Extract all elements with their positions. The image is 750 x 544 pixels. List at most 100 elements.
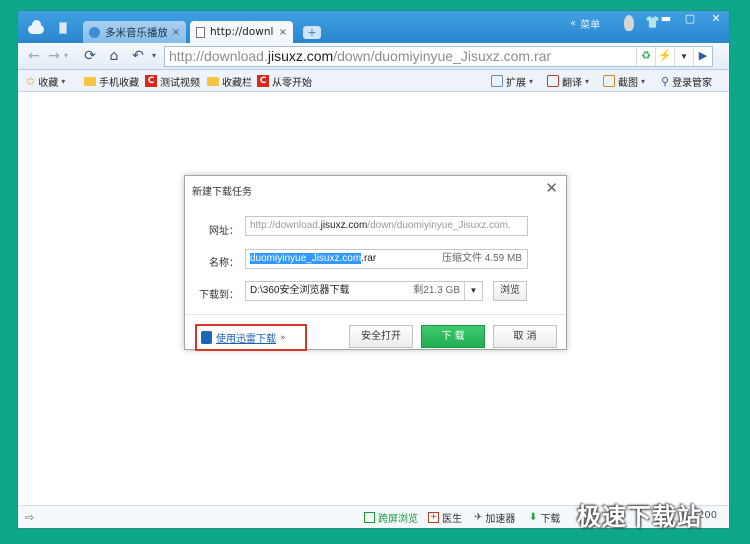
xunlei-icon (201, 331, 212, 344)
name-label: 名称： (209, 258, 239, 269)
undo-dropdown-icon[interactable]: ▾ (146, 47, 162, 65)
bookmark-test-video[interactable]: C 测试视频 (145, 73, 200, 89)
history-dropdown-icon[interactable]: ▾ (58, 47, 74, 65)
status-label: 加速器 (485, 514, 516, 525)
tab-download[interactable]: http://downlo × (190, 21, 293, 43)
chevron-down-icon: ▾ (529, 76, 534, 86)
bookmark-bar-folder[interactable]: 收藏栏 (207, 73, 252, 89)
cancel-button[interactable]: 取 消 (493, 325, 557, 348)
url-path: /down/duomiyinyue_Jisuxz.com.rar (333, 48, 552, 64)
chevron-down-icon: ▾ (585, 76, 590, 86)
bookmark-label: 扩展 (506, 77, 526, 89)
go-icon[interactable]: ▶ (693, 47, 712, 66)
login-manager-button[interactable]: ⚲ 登录管家 (661, 73, 712, 89)
maximize-button[interactable]: ▢ (680, 12, 700, 26)
medical-cross-icon: + (428, 512, 439, 523)
bookmark-from-zero[interactable]: C 从零开始 (257, 73, 312, 89)
reload-shield-icon[interactable]: ♻ (636, 47, 655, 66)
xunlei-label: 使用迅雷下载 (216, 334, 276, 345)
filename-field[interactable]: duomiyinyue_Jisuxz.com.rar 压缩文件 4.59 MB (245, 249, 528, 269)
dialog-close-icon[interactable]: ✕ (545, 179, 558, 197)
downloads-button[interactable]: ⬇ 下载 (529, 510, 560, 525)
url-prefix: http://download. (169, 48, 268, 64)
chevron-down-icon[interactable]: ▼ (464, 282, 482, 300)
menu-button[interactable]: « 菜单 (570, 16, 600, 31)
star-icon: ✩ (26, 74, 36, 88)
status-label: 医生 (442, 514, 462, 525)
url-label: 网址： (209, 226, 239, 237)
new-download-dialog: 新建下载任务 ✕ 网址： http://download.jisuxz.com/… (184, 175, 567, 351)
doctor-button[interactable]: + 医生 (428, 510, 462, 525)
translate-icon (547, 75, 559, 87)
bookmark-label: 截图 (618, 77, 638, 89)
file-size: 压缩文件 4.59 MB (441, 253, 522, 264)
navigation-bar: ← → ▾ ⟳ ⌂ ↶ ▾ http://download.jisuxz.com… (18, 43, 729, 70)
c-icon: C (145, 75, 157, 87)
bookmark-label: 收藏栏 (222, 77, 252, 89)
dialog-title: 新建下载任务 (192, 187, 252, 198)
bookmark-label: 手机收藏 (99, 77, 139, 89)
chevron-down-icon: ▾ (641, 76, 646, 86)
download-arrow-icon: ⬇ (529, 512, 538, 523)
use-xunlei-link[interactable]: 使用迅雷下载 » (195, 324, 307, 351)
status-label: 下载 (540, 514, 561, 525)
refresh-icon[interactable]: ⟳ (82, 47, 98, 65)
bookmark-favorites[interactable]: ✩ 收藏 ▾ (26, 73, 65, 89)
cross-screen-button[interactable]: 跨屏浏览 (364, 510, 418, 525)
speed-mode-icon[interactable]: ⚡ (655, 47, 674, 66)
tab-duomi[interactable]: 多米音乐播放器 × (83, 21, 186, 43)
tab-close-icon[interactable]: × (279, 27, 287, 38)
bookmark-label: 从零开始 (272, 77, 312, 89)
extension-grid-icon (491, 75, 503, 87)
menu-label: 菜单 (580, 20, 601, 31)
close-button[interactable]: ✕ (706, 12, 726, 26)
back-icon[interactable]: ← (26, 47, 42, 65)
sidebar-toggle-icon[interactable]: ⇨ (25, 511, 34, 524)
accelerator-button[interactable]: ✈ 加速器 (474, 510, 515, 525)
bookmark-label: 收藏 (38, 77, 59, 89)
save-path-select[interactable]: D:\360安全浏览器下载 剩21.3 GB ▼ (245, 281, 483, 301)
translate-button[interactable]: 翻译 ▾ (547, 73, 589, 89)
screenshot-button[interactable]: 截图 ▾ (603, 73, 645, 89)
cloud-icon[interactable] (28, 20, 44, 34)
minimize-button[interactable]: ▬ (656, 12, 676, 26)
url-domain: jisuxz.com (267, 48, 334, 64)
undo-close-icon[interactable]: ↶ (130, 47, 146, 65)
tab-label: 多米音乐播放器 (105, 26, 167, 39)
bookmark-mobile[interactable]: 手机收藏 (84, 73, 139, 89)
url-field-domain: jisuxz.com (320, 220, 368, 231)
download-button[interactable]: 下 载 (421, 325, 485, 348)
globe-icon (89, 26, 100, 38)
rocket-icon: ✈ (474, 512, 483, 523)
address-dropdown-icon[interactable]: ▼ (674, 47, 693, 66)
home-icon[interactable]: ⌂ (106, 47, 122, 65)
safe-open-button[interactable]: 安全打开 (349, 325, 413, 348)
tab-label: http://downlo (210, 26, 274, 38)
filename-ext: .rar (361, 253, 377, 264)
screen-icon (364, 512, 375, 523)
browse-button[interactable]: 浏览 (493, 281, 527, 301)
chevron-double-down-icon: » (280, 332, 286, 343)
tab-close-icon[interactable]: × (172, 27, 180, 38)
scissors-icon (603, 75, 615, 87)
page-icon[interactable] (59, 22, 67, 34)
bookmarks-bar: ✩ 收藏 ▾ 手机收藏 C 测试视频 收藏栏 C 从零开始 扩展 ▾ 翻译 ▾ (18, 70, 729, 92)
folder-icon (207, 76, 219, 86)
bookmark-label: 测试视频 (160, 77, 200, 89)
folder-icon (84, 76, 96, 86)
c-icon: C (257, 75, 269, 87)
url-field-prefix: http://download. (250, 220, 321, 231)
medal-icon[interactable] (624, 15, 634, 31)
extensions-button[interactable]: 扩展 ▾ (491, 73, 533, 89)
bookmark-label: 登录管家 (672, 77, 713, 89)
browser-window: 多米音乐播放器 × http://downlo × + « 菜单 👕 ▬ ▢ ✕… (17, 10, 730, 529)
divider (185, 314, 566, 315)
save-to-label: 下载到： (199, 290, 239, 301)
free-space: 剩21.3 GB (413, 285, 460, 296)
new-tab-button[interactable]: + (303, 26, 321, 39)
address-bar[interactable]: http://download.jisuxz.com/down/duomiyin… (164, 46, 713, 67)
filename-selected: duomiyinyue_Jisuxz.com (250, 253, 362, 264)
url-field[interactable]: http://download.jisuxz.com/down/duomiyin… (245, 216, 528, 236)
url-field-path: /down/duomiyinyue_Jisuxz.com. (367, 220, 511, 231)
bookmark-label: 翻译 (562, 77, 582, 89)
